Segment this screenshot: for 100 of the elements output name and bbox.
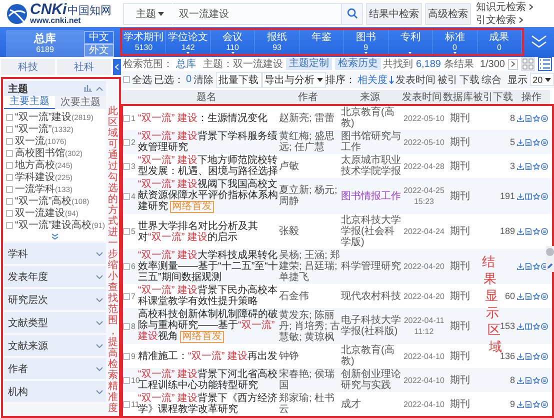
filter-section[interactable]: 文献类型 bbox=[4, 312, 106, 333]
collapse-button[interactable] bbox=[113, 59, 121, 75]
search-button[interactable] bbox=[341, 2, 363, 24]
checkbox[interactable] bbox=[6, 150, 13, 156]
category-tab[interactable]: 年鉴 bbox=[300, 30, 344, 54]
quote-icon[interactable] bbox=[541, 114, 548, 122]
checkbox[interactable] bbox=[123, 400, 130, 408]
title-link[interactable]: 精准施工：“双一流” 建设再出发 bbox=[138, 350, 279, 362]
quote-icon[interactable] bbox=[541, 138, 548, 146]
filter-tab[interactable]: 次要主题 bbox=[55, 96, 106, 109]
quote-icon[interactable] bbox=[541, 292, 548, 300]
quote-icon[interactable] bbox=[541, 192, 548, 200]
quote-icon[interactable] bbox=[541, 400, 548, 408]
author-names[interactable]: 吴杨; 王涵; 郑建荣; 吕廷瑞; 单捷飞 bbox=[279, 250, 341, 283]
checkbox[interactable] bbox=[123, 114, 130, 122]
checkbox[interactable] bbox=[6, 210, 13, 216]
title-link[interactable]: “双一流” 建设背景下民办高校本科课堂教学有效性提升策略 bbox=[138, 285, 279, 307]
category-tab[interactable]: 图书 9 bbox=[344, 30, 389, 54]
download-icon[interactable] bbox=[517, 228, 524, 235]
filter-header[interactable]: 主题 bbox=[4, 81, 106, 96]
toolbar-button[interactable]: 批量下载 bbox=[216, 72, 262, 88]
author-names[interactable]: 石金伟 bbox=[279, 290, 341, 302]
filter-section[interactable]: 发表年度 bbox=[4, 266, 106, 287]
checkbox[interactable] bbox=[123, 352, 130, 360]
quote-icon[interactable] bbox=[541, 162, 548, 170]
title-link[interactable]: “双一流” 建设背景下《西方经济学》课程教学改革研究 bbox=[138, 393, 279, 415]
source-link[interactable]: 电子科技大学学报(社科版) bbox=[341, 315, 403, 337]
document-icon[interactable] bbox=[525, 376, 532, 384]
download-icon[interactable] bbox=[517, 292, 524, 300]
star-icon[interactable] bbox=[533, 322, 540, 330]
database-tab[interactable]: 总库 6189 bbox=[6, 30, 84, 57]
grid-view-button[interactable] bbox=[521, 57, 535, 71]
source-link[interactable]: 创新创业理论研究与实践 bbox=[341, 369, 403, 391]
subject-tab[interactable]: 社科 bbox=[57, 59, 111, 75]
title-link[interactable]: “双一流” 建设背景下河北省高校工程训练中心功能转型研究 bbox=[138, 369, 279, 391]
star-icon[interactable] bbox=[533, 162, 540, 170]
chart-icon[interactable] bbox=[84, 85, 92, 92]
title-link[interactable]: “双一流” 建设背景下学科服务绩效管理研究 bbox=[138, 131, 279, 153]
source-link[interactable]: 成才 bbox=[341, 398, 403, 410]
search-option-button[interactable]: 结果中检索 bbox=[366, 2, 422, 24]
search-option-button[interactable]: 高级检索 bbox=[425, 2, 471, 24]
download-icon[interactable] bbox=[517, 352, 524, 360]
quote-icon[interactable] bbox=[541, 322, 548, 330]
document-icon[interactable] bbox=[525, 228, 532, 235]
select-all-label[interactable]: 全选 bbox=[132, 72, 152, 86]
star-icon[interactable] bbox=[533, 292, 540, 300]
title-link[interactable]: “双一流” 建设大学科技成果转化效率测量——基于“十二五”至“十三五”期间数据观测 bbox=[138, 250, 279, 283]
author-names[interactable]: 黄红梅; 盛思远; 任广慧 bbox=[279, 131, 341, 153]
double-chevron-icon[interactable] bbox=[51, 232, 59, 240]
star-icon[interactable] bbox=[533, 400, 540, 408]
author-names[interactable]: 郑家瑜; 杜书云 bbox=[279, 393, 341, 415]
clear-link[interactable]: 清除 bbox=[194, 72, 214, 86]
document-icon[interactable] bbox=[525, 400, 532, 408]
checkbox[interactable] bbox=[123, 263, 130, 270]
field-dropdown[interactable]: 主题 bbox=[123, 2, 172, 24]
download-icon[interactable] bbox=[517, 114, 524, 122]
language-tab[interactable]: 中文 bbox=[84, 31, 114, 44]
source-link[interactable]: 太原城市职业技术学院学报 bbox=[341, 155, 403, 177]
source-link[interactable]: 北京教育(高教) bbox=[341, 345, 403, 367]
checkbox[interactable] bbox=[123, 162, 130, 170]
search-link[interactable]: 知识元检索 bbox=[476, 2, 533, 12]
document-icon[interactable] bbox=[525, 138, 532, 146]
category-tab[interactable]: 成果 0 bbox=[478, 30, 522, 54]
list-view-button[interactable] bbox=[538, 57, 552, 71]
checkbox[interactable] bbox=[123, 322, 130, 330]
filter-section[interactable]: 文献来源 bbox=[4, 335, 106, 356]
scope-link[interactable]: 总库 bbox=[176, 57, 196, 71]
star-icon[interactable] bbox=[533, 376, 540, 384]
download-icon[interactable] bbox=[517, 376, 524, 384]
sort-option[interactable]: 发表时间 bbox=[396, 72, 436, 86]
title-link[interactable]: “双一流” 建设：生源情况变化 bbox=[138, 112, 279, 124]
filter-tab[interactable]: 主要主题 bbox=[4, 96, 55, 109]
checkbox[interactable] bbox=[123, 76, 130, 83]
title-link[interactable]: “双一流” 建设视阈下我国高校文献资源保障水平评价指标体系构建研究 网络首发 bbox=[138, 179, 279, 213]
checkbox[interactable] bbox=[6, 198, 13, 204]
document-icon[interactable] bbox=[525, 114, 532, 122]
chip-button[interactable]: 检索历史 bbox=[335, 58, 381, 70]
download-icon[interactable] bbox=[517, 138, 524, 146]
document-icon[interactable] bbox=[525, 162, 532, 170]
author-names[interactable]: 卢敏 bbox=[279, 160, 341, 172]
title-link[interactable]: 世界大学排名对比分析及其对“双一流” 建设的启示 bbox=[138, 220, 279, 242]
page-size-dropdown[interactable]: 20 bbox=[530, 73, 554, 86]
checkbox[interactable] bbox=[6, 162, 13, 168]
category-tab[interactable]: 学位论文 142 bbox=[166, 30, 211, 54]
sort-option[interactable]: 被引 bbox=[438, 72, 458, 86]
source-link[interactable]: 图书情报工作 bbox=[341, 190, 403, 202]
checkbox[interactable] bbox=[6, 126, 13, 132]
category-tab[interactable]: 标准 0 bbox=[433, 30, 478, 54]
source-link[interactable]: 科学管理研究 bbox=[341, 261, 403, 272]
book-icon[interactable] bbox=[525, 322, 532, 330]
checkbox[interactable] bbox=[123, 292, 130, 300]
subject-tab[interactable]: 科技 bbox=[1, 59, 55, 75]
document-icon[interactable] bbox=[525, 352, 532, 360]
author-names[interactable]: 赵新亮; 雷蕾 bbox=[279, 112, 341, 124]
title-link[interactable]: “双一流” 建设下地方师范院校转型发展：机遇、困境与路径选择 bbox=[138, 155, 279, 177]
checkbox[interactable] bbox=[6, 138, 13, 144]
category-tab[interactable]: 专利 bbox=[388, 30, 434, 54]
sort-option[interactable]: 下载 bbox=[460, 72, 480, 86]
chevron-up-icon[interactable] bbox=[96, 86, 103, 90]
chip-button[interactable]: 主题定制 bbox=[286, 58, 332, 70]
